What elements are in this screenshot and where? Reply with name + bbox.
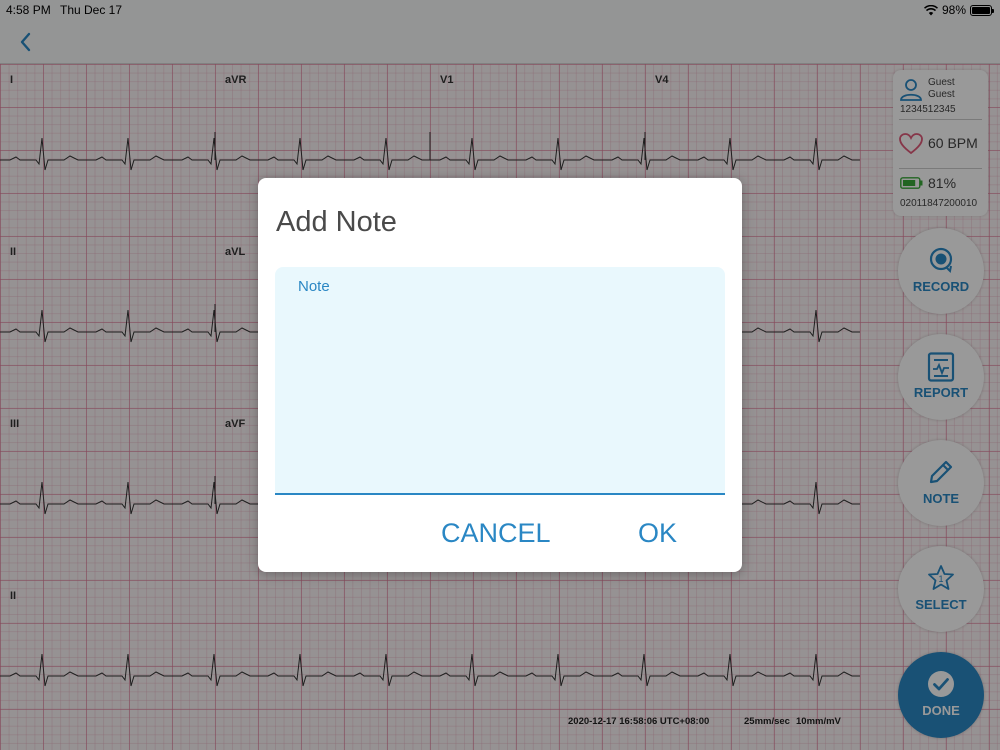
add-note-dialog: Add Note Note CANCEL OK (258, 178, 742, 572)
cancel-button[interactable]: CANCEL (441, 518, 551, 549)
dialog-title: Add Note (276, 206, 397, 238)
note-input[interactable] (275, 267, 725, 493)
ok-button[interactable]: OK (638, 518, 677, 549)
note-field[interactable]: Note (275, 267, 725, 495)
